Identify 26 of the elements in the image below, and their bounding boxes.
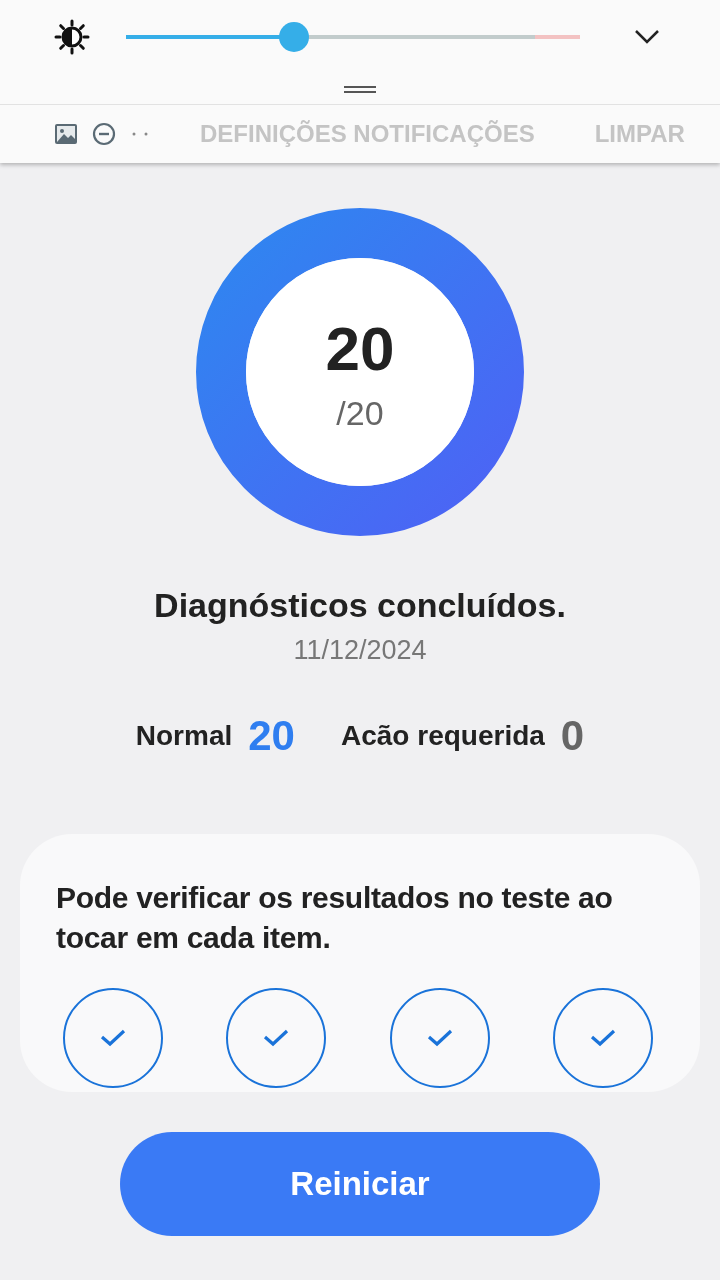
summary-label: Acão requerida (341, 720, 545, 752)
check-icon (263, 1029, 290, 1047)
result-item[interactable] (63, 988, 163, 1088)
check-icon (426, 1029, 453, 1047)
score-total: /20 (336, 393, 384, 433)
brightness-slider[interactable] (126, 22, 580, 52)
check-icon (590, 1029, 616, 1047)
summary-count: 20 (248, 712, 295, 760)
restart-button[interactable]: Reiniciar (120, 1132, 600, 1236)
more-icon (130, 131, 150, 137)
status-title: Diagnósticos concluídos. (154, 586, 566, 625)
summary-count: 0 (560, 712, 585, 760)
hint-text: Pode verificar os resultados no teste ao tocar em cada item. (56, 880, 614, 956)
result-item[interactable] (553, 988, 653, 1088)
result-item[interactable] (226, 988, 327, 1088)
check-icon (100, 1029, 126, 1047)
slider-thumb[interactable] (278, 22, 309, 52)
summary-label: Normal (135, 720, 233, 752)
image-icon (54, 122, 78, 146)
brightness-icon (54, 19, 90, 55)
date-text: 11/12/2024 (293, 635, 427, 666)
expand-icon[interactable] (634, 29, 660, 45)
result-item[interactable] (389, 988, 490, 1088)
do-not-disturb-icon (92, 122, 116, 146)
score-value: 20 (325, 317, 395, 380)
drag-handle[interactable] (344, 85, 376, 93)
